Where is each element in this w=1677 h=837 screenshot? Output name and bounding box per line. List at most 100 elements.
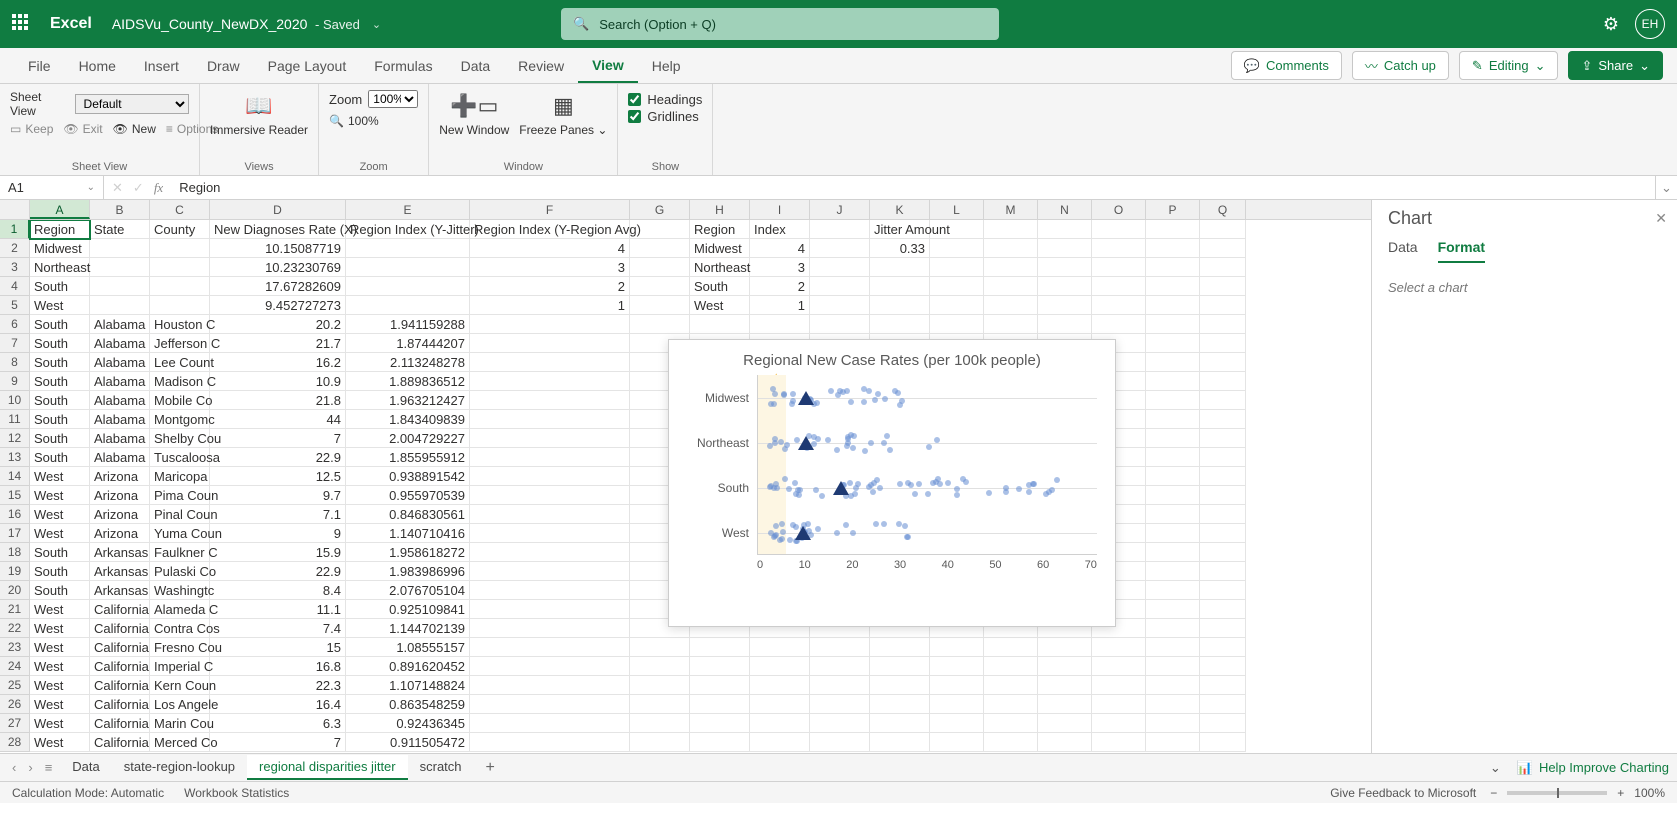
cell[interactable] xyxy=(470,695,630,714)
cell[interactable] xyxy=(346,258,470,277)
row-header[interactable]: 24 xyxy=(0,657,30,676)
cell[interactable]: Northeast xyxy=(30,258,90,277)
cell[interactable]: 0.955970539 xyxy=(346,486,470,505)
cell[interactable]: South xyxy=(30,372,90,391)
cell[interactable]: 22.9 xyxy=(210,562,346,581)
row-header[interactable]: 8 xyxy=(0,353,30,372)
cell[interactable] xyxy=(470,429,630,448)
zoom-control[interactable]: − + 100% xyxy=(1490,786,1665,800)
row-header[interactable]: 17 xyxy=(0,524,30,543)
cell[interactable] xyxy=(810,296,870,315)
cell[interactable]: Northeast xyxy=(690,258,750,277)
cell[interactable] xyxy=(1200,277,1246,296)
cell[interactable] xyxy=(1092,315,1146,334)
cell[interactable] xyxy=(870,676,930,695)
cell[interactable]: Index xyxy=(750,220,810,239)
cell[interactable] xyxy=(1200,391,1246,410)
panel-tab-format[interactable]: Format xyxy=(1438,239,1485,263)
cell[interactable] xyxy=(1200,315,1246,334)
close-icon[interactable]: ✕ xyxy=(1655,210,1667,227)
cell[interactable] xyxy=(1092,714,1146,733)
cell[interactable] xyxy=(1200,353,1246,372)
cell[interactable]: Midwest xyxy=(30,239,90,258)
select-all-corner[interactable] xyxy=(0,200,30,219)
cell[interactable] xyxy=(1200,429,1246,448)
sheet-tab[interactable]: Data xyxy=(60,755,111,780)
cell[interactable] xyxy=(1146,391,1200,410)
cell[interactable] xyxy=(1146,410,1200,429)
cell[interactable]: 11.1 xyxy=(210,600,346,619)
cell[interactable] xyxy=(810,676,870,695)
tab-formulas[interactable]: Formulas xyxy=(360,48,446,83)
cell[interactable]: 2.113248278 xyxy=(346,353,470,372)
cell[interactable] xyxy=(984,657,1038,676)
cell[interactable] xyxy=(470,600,630,619)
zoom-level[interactable]: 100% xyxy=(1634,786,1665,800)
cell[interactable]: South xyxy=(30,334,90,353)
cell[interactable] xyxy=(1038,296,1092,315)
cell[interactable]: Alabama xyxy=(90,353,150,372)
row-header[interactable]: 22 xyxy=(0,619,30,638)
cell[interactable] xyxy=(930,258,984,277)
cell[interactable] xyxy=(930,657,984,676)
cell[interactable] xyxy=(1146,562,1200,581)
workbook-stats[interactable]: Workbook Statistics xyxy=(184,786,289,800)
sheet-nav-prev[interactable]: ‹ xyxy=(8,760,20,775)
cell[interactable] xyxy=(1200,619,1246,638)
cell[interactable]: South xyxy=(690,277,750,296)
row-header[interactable]: 23 xyxy=(0,638,30,657)
cell[interactable]: 9.452727273 xyxy=(210,296,346,315)
formula-input[interactable]: Region xyxy=(171,176,1655,199)
cell[interactable]: South xyxy=(30,448,90,467)
cell[interactable]: 21.8 xyxy=(210,391,346,410)
cell[interactable] xyxy=(630,258,690,277)
cell[interactable]: West xyxy=(690,296,750,315)
cell[interactable] xyxy=(1200,695,1246,714)
cell[interactable] xyxy=(1146,334,1200,353)
cell[interactable] xyxy=(150,296,210,315)
row-header[interactable]: 11 xyxy=(0,410,30,429)
cell[interactable] xyxy=(630,638,690,657)
cell[interactable] xyxy=(1200,733,1246,752)
cell[interactable] xyxy=(870,296,930,315)
cell[interactable]: California xyxy=(90,714,150,733)
cell[interactable] xyxy=(150,258,210,277)
tab-home[interactable]: Home xyxy=(65,48,130,83)
sheet-tab[interactable]: scratch xyxy=(408,755,474,780)
cell[interactable] xyxy=(1146,505,1200,524)
cell[interactable] xyxy=(470,714,630,733)
cell[interactable]: 10.9 xyxy=(210,372,346,391)
freeze-panes-button[interactable]: ▦ Freeze Panes ⌄ xyxy=(519,90,607,137)
row-header[interactable]: 25 xyxy=(0,676,30,695)
col-header[interactable]: H xyxy=(690,200,750,219)
cell[interactable]: 1.983986996 xyxy=(346,562,470,581)
gear-icon[interactable]: ⚙ xyxy=(1603,14,1619,35)
cell[interactable]: Los Angele xyxy=(150,695,210,714)
cell[interactable] xyxy=(150,277,210,296)
cell[interactable] xyxy=(1092,676,1146,695)
cell[interactable] xyxy=(870,733,930,752)
cell[interactable] xyxy=(470,524,630,543)
cell[interactable]: West xyxy=(30,600,90,619)
cell[interactable] xyxy=(984,296,1038,315)
file-name[interactable]: AIDSVu_County_NewDX_2020 - Saved xyxy=(112,16,360,32)
cell[interactable] xyxy=(1146,315,1200,334)
cell[interactable]: 16.8 xyxy=(210,657,346,676)
row-header[interactable]: 1 xyxy=(0,220,30,239)
cell[interactable] xyxy=(1038,258,1092,277)
cell[interactable]: California xyxy=(90,619,150,638)
row-header[interactable]: 12 xyxy=(0,429,30,448)
cell[interactable] xyxy=(630,315,690,334)
cell[interactable] xyxy=(984,258,1038,277)
cell[interactable]: Marin Cou xyxy=(150,714,210,733)
cell[interactable]: 9.7 xyxy=(210,486,346,505)
cell[interactable]: Alabama xyxy=(90,315,150,334)
cell[interactable]: South xyxy=(30,277,90,296)
headings-checkbox[interactable]: Headings xyxy=(628,92,702,107)
add-sheet-button[interactable]: + xyxy=(478,759,503,777)
cell[interactable] xyxy=(1038,277,1092,296)
fx-icon[interactable]: fx xyxy=(154,180,163,196)
cell[interactable] xyxy=(470,505,630,524)
immersive-reader-button[interactable]: 📖 Immersive Reader xyxy=(210,90,308,137)
cell[interactable] xyxy=(630,657,690,676)
